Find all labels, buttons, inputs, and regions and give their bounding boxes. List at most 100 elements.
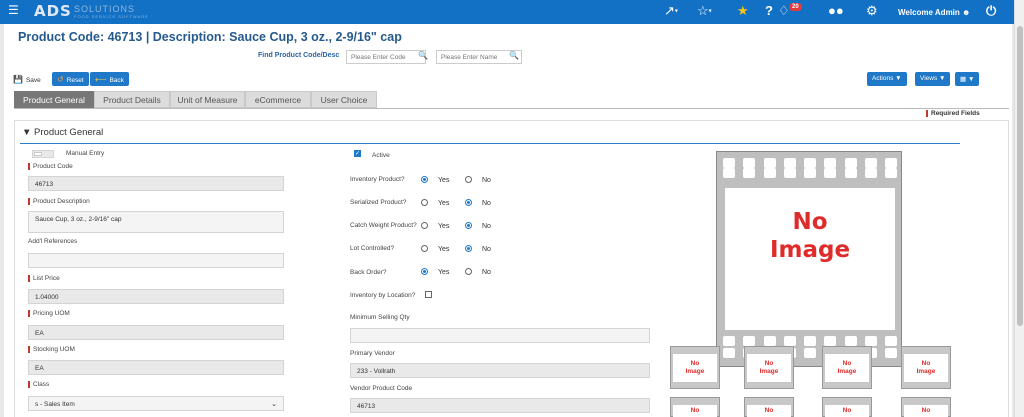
min-selling-qty-field[interactable] [350, 328, 650, 343]
pricing-uom-field[interactable]: EA [28, 325, 284, 340]
inventory-product-yes-radio[interactable] [421, 176, 428, 183]
inventory-product-no-radio[interactable] [465, 176, 472, 183]
class-select[interactable]: s - Sales Item ⌄ [28, 396, 284, 411]
no-image-text: No Image [769, 209, 851, 263]
search-icon[interactable]: 🔍 [509, 51, 519, 60]
back-order-yes-radio[interactable] [421, 268, 428, 275]
company-logo[interactable]: ADS SOLUTIONS FOOD SERVICE SOFTWARE [32, 2, 160, 20]
thumbnail-3[interactable]: No Image [822, 346, 872, 389]
back-button[interactable]: ⟵ Back [90, 72, 129, 86]
back-order-no-radio[interactable] [465, 268, 472, 275]
logo-tagline: FOOD SERVICE SOFTWARE [74, 14, 149, 19]
thumbnail-no-image: No [904, 405, 948, 417]
top-navbar: ☰ ADS SOLUTIONS FOOD SERVICE SOFTWARE ↗▾… [0, 0, 1014, 24]
thumbnail-no-image: No [747, 405, 791, 417]
scrollbar-thumb[interactable] [1017, 26, 1023, 326]
views-dropdown[interactable]: Views ▼ [915, 72, 951, 86]
back-order-no-label: No [482, 269, 491, 276]
hamburger-icon[interactable]: ☰ [8, 3, 19, 17]
chevron-down-icon: ▼ [22, 127, 32, 138]
manual-entry-toggle[interactable] [32, 150, 54, 158]
catch-weight-no-radio[interactable] [465, 222, 472, 229]
save-icon: 💾 [13, 75, 23, 84]
thumbnail-no-image: No Image [673, 354, 717, 382]
active-label: Active [372, 152, 390, 159]
inventory-by-location-checkbox[interactable] [425, 291, 432, 298]
thumbnail-8[interactable]: No [901, 397, 951, 417]
product-code-search-input[interactable] [346, 50, 426, 64]
vendor-product-code-field[interactable]: 46713 [350, 398, 650, 413]
tab-product-details[interactable]: Product Details [94, 91, 170, 108]
main-page: Product Code: 46713 | Description: Sauce… [4, 24, 1012, 417]
primary-vendor-field[interactable]: 233 - Vollrath [350, 363, 650, 378]
star-outline-icon[interactable]: ☆▾ [697, 4, 712, 19]
inventory-by-location-label: Inventory by Location? [350, 292, 416, 299]
no-image-frame: No Image [725, 188, 895, 330]
notification-badge: 20 [789, 3, 802, 11]
power-icon[interactable]: ⏻ [986, 4, 996, 18]
active-checkbox[interactable]: ✓ [354, 150, 361, 157]
section-divider [20, 143, 960, 144]
tab-product-general[interactable]: Product General [14, 91, 94, 108]
bell-icon[interactable]: ♢ [778, 4, 790, 18]
list-price-field[interactable]: 1.04000 [28, 289, 284, 304]
tab-unit-of-measure[interactable]: Unit of Measure [170, 91, 245, 108]
save-button[interactable]: 💾 Save [8, 72, 46, 86]
back-arrow-icon: ⟵ [95, 75, 107, 84]
thumbnail-5[interactable]: No [670, 397, 720, 417]
min-selling-qty-label: Minimum Selling Qty [350, 314, 410, 321]
thumbnail-no-image: No Image [747, 354, 791, 382]
lot-controlled-no-label: No [482, 246, 491, 253]
thumbnail-4[interactable]: No Image [901, 346, 951, 389]
tab-ecommerce[interactable]: eCommerce [245, 91, 311, 108]
section-header[interactable]: ▼ Product General [22, 127, 103, 138]
inventory-product-no-label: No [482, 177, 491, 184]
reset-button[interactable]: ↺ Reset [52, 72, 89, 86]
thumbnail-2[interactable]: No Image [744, 346, 794, 389]
product-description-field[interactable]: Sauce Cup, 3 oz., 2-9/16" cap [28, 211, 284, 233]
catch-weight-yes-label: Yes [438, 223, 450, 230]
catch-weight-yes-radio[interactable] [421, 222, 428, 229]
search-icon[interactable]: 🔍 [418, 51, 428, 60]
toolbar: 💾 Save ↺ Reset ⟵ Back Actions ▼ Views ▼ ▦ ▼ [4, 70, 1012, 88]
serialized-product-no-radio[interactable] [465, 199, 472, 206]
vertical-scrollbar[interactable] [1014, 0, 1024, 417]
chevron-down-icon: ⌄ [271, 401, 277, 408]
share-icon[interactable]: ↗▾ [664, 4, 678, 19]
thumbnail-6[interactable]: No [744, 397, 794, 417]
film-holes-top-2 [723, 168, 897, 178]
product-description-label: Product Description [28, 198, 90, 205]
toggle-knob [34, 152, 42, 156]
serialized-product-no-label: No [482, 200, 491, 207]
tab-user-choice[interactable]: User Choice [311, 91, 377, 108]
lot-controlled-yes-label: Yes [438, 246, 450, 253]
reset-icon: ↺ [57, 75, 64, 84]
thumbnail-7[interactable]: No [822, 397, 872, 417]
vendor-product-code-label: Vendor Product Code [350, 385, 413, 392]
serialized-product-yes-label: Yes [438, 200, 450, 207]
product-image-placeholder[interactable]: No Image [716, 151, 902, 367]
pricing-uom-label: Pricing UOM [28, 310, 70, 317]
thumbnail-1[interactable]: No Image [670, 346, 720, 389]
welcome-text[interactable]: Welcome Admin ☻ [898, 8, 970, 17]
users-icon[interactable]: ●● [828, 4, 844, 18]
product-code-field[interactable]: 46713 [28, 176, 284, 191]
lot-controlled-no-radio[interactable] [465, 245, 472, 252]
gear-icon[interactable]: ⚙ [866, 4, 878, 18]
film-holes-top [723, 158, 897, 168]
favorite-star-icon[interactable]: ★ [737, 4, 749, 18]
stocking-uom-field[interactable]: EA [28, 360, 284, 375]
lot-controlled-yes-radio[interactable] [421, 245, 428, 252]
calendar-dropdown[interactable]: ▦ ▼ [955, 72, 980, 86]
actions-dropdown[interactable]: Actions ▼ [867, 72, 907, 86]
addl-references-field[interactable] [28, 253, 284, 268]
help-icon[interactable]: ? [765, 4, 773, 18]
thumbnail-no-image: No Image [825, 354, 869, 382]
stocking-uom-label: Stocking UOM [28, 346, 75, 353]
thumbnail-no-image: No [673, 405, 717, 417]
page-title: Product Code: 46713 | Description: Sauce… [18, 30, 402, 44]
serialized-product-yes-radio[interactable] [421, 199, 428, 206]
product-code-label: Product Code [28, 163, 73, 170]
primary-vendor-label: Primary Vendor [350, 350, 395, 357]
lot-controlled-label: Lot Controlled? [350, 245, 395, 252]
